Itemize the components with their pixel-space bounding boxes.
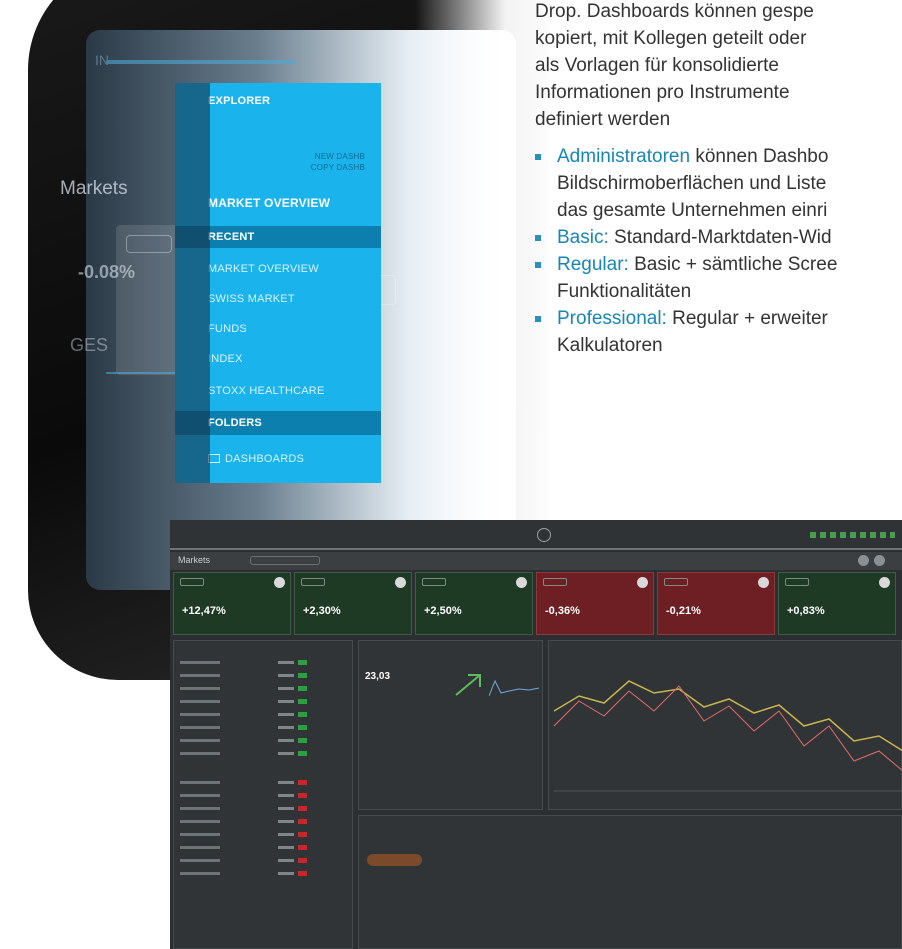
- watchlist-panel: [173, 640, 353, 949]
- bullet-admin-line: Administratoren können Dashbo: [557, 146, 829, 167]
- bullet-professional-line: Professional: Regular + erweiter: [557, 308, 828, 329]
- positions-action-button[interactable]: [367, 854, 422, 866]
- background-tab-label: IN: [95, 52, 109, 68]
- card-info-icon: [516, 577, 527, 588]
- bullet-regular-line: Regular: Basic + sämtliche Scree: [557, 254, 838, 275]
- intro-line: kopiert, mit Kollegen geteilt oder: [535, 28, 807, 49]
- bullet-label-regular: Regular:: [557, 254, 629, 275]
- bullet-label-basic: Basic:: [557, 227, 609, 248]
- bullet-label-professional: Professional:: [557, 308, 667, 329]
- dashboard-topbar: [170, 520, 902, 550]
- market-card[interactable]: +2,30%: [294, 572, 412, 635]
- card-info-icon: [395, 577, 406, 588]
- market-card[interactable]: +0,83%: [778, 572, 896, 635]
- quote-trend-arrow: [455, 674, 481, 696]
- card-change-value: +2,50%: [424, 605, 462, 617]
- card-change-value: +2,30%: [303, 605, 341, 617]
- dashboard-user-icon[interactable]: [874, 555, 885, 566]
- positions-panel: [358, 815, 902, 949]
- dashboard-title: Markets: [178, 555, 211, 565]
- market-card[interactable]: -0,21%: [657, 572, 775, 635]
- bullet-marker: [535, 262, 541, 268]
- dashboard-settings-icon[interactable]: [858, 555, 869, 566]
- price-chart: [553, 680, 902, 792]
- card-change-value: +0,83%: [787, 605, 825, 617]
- dashboard-filter-field[interactable]: [250, 556, 320, 565]
- bullet-basic-line: Basic: Standard-Marktdaten-Wid: [557, 227, 832, 248]
- bullet-admin-line: das gesamte Unternehmen einri: [557, 200, 828, 221]
- card-change-value: +12,47%: [182, 605, 226, 617]
- intro-line: definiert werden: [535, 109, 671, 130]
- intro-line: Drop. Dashboards können gespe: [535, 1, 814, 22]
- bullet-marker: [535, 235, 541, 241]
- intro-line: als Vorlagen für konsolidierte: [535, 55, 779, 76]
- menu-dashboards-label: DASHBOARDS: [225, 453, 305, 465]
- bullet-admin-line: Bildschirmoberflächen und Liste: [557, 173, 827, 194]
- dashboard-subbar: Markets: [170, 552, 902, 570]
- background-markets-title: Markets: [60, 178, 128, 199]
- quote-sparkline: [489, 679, 539, 697]
- dashboard-screenshot: Markets +12,47% +2,30% +2,50% -0,36% -0,…: [170, 520, 902, 949]
- card-info-icon: [758, 577, 769, 588]
- intro-line: Informationen pro Instrumente: [535, 82, 790, 103]
- market-card[interactable]: +2,50%: [415, 572, 533, 635]
- card-info-icon: [637, 577, 648, 588]
- card-change-value: -0,21%: [666, 605, 701, 617]
- price-chart-panel: [548, 640, 902, 810]
- market-card[interactable]: +12,47%: [173, 572, 291, 635]
- card-change-value: -0,36%: [545, 605, 580, 617]
- bullet-label-admin: Administratoren: [557, 146, 691, 167]
- background-change-value: -0.08%: [78, 262, 136, 282]
- quote-value: 23,03: [365, 671, 391, 682]
- bullet-professional-line: Kalkulatoren: [557, 335, 663, 356]
- market-card[interactable]: -0,36%: [536, 572, 654, 635]
- dashboard-menu-icon[interactable]: [537, 528, 551, 542]
- quote-panel: 23,03: [358, 640, 543, 810]
- bullet-marker: [535, 154, 541, 160]
- bullet-marker: [535, 316, 541, 322]
- dashboard-status-indicators: [810, 532, 895, 538]
- menu-left-shadow: [175, 83, 210, 483]
- background-section-label: GES: [70, 335, 109, 355]
- bullet-regular-line: Funktionalitäten: [557, 281, 692, 302]
- card-info-icon: [879, 577, 890, 588]
- card-info-icon: [274, 577, 285, 588]
